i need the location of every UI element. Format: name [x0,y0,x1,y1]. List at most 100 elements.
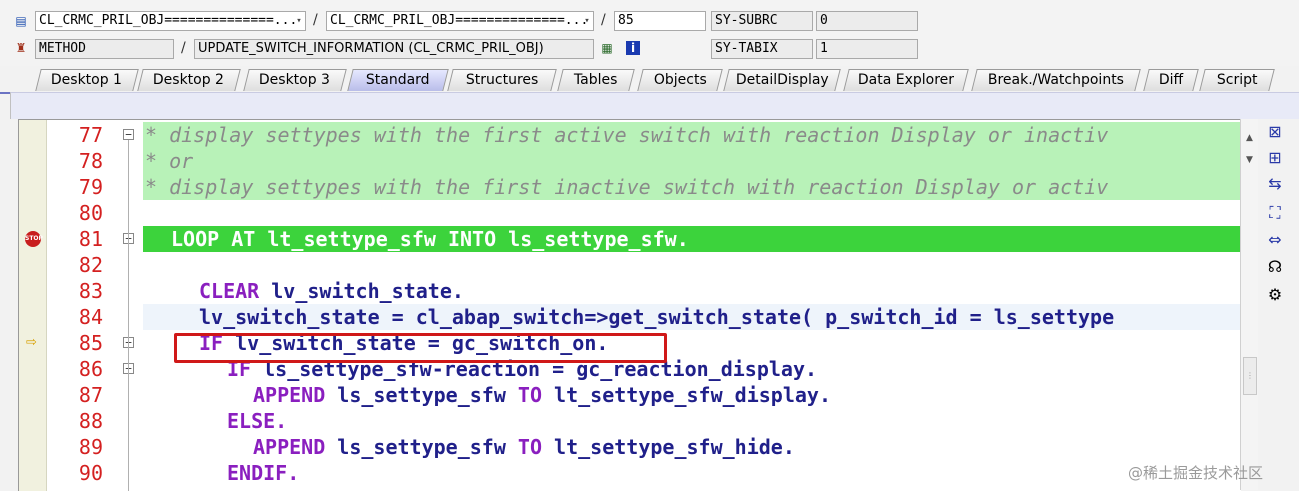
keyword: CLEAR [199,279,260,303]
code-line-breakpoint: STOP 81 − LOOP AT lt_settype_sfw INTO ls… [19,226,1241,252]
scroll-thumb[interactable]: ⋮ [1243,357,1257,395]
tab-label: Break./Watchpoints [987,72,1124,88]
tab-label: Script [1216,72,1258,88]
code-line: 89 APPEND ls_settype_sfw TO lt_settype_s… [19,434,1241,460]
code-line: 84 lv_switch_state = cl_abap_switch=>get… [19,304,1241,330]
program-field[interactable]: CL_CRMC_PRIL_OBJ==============... ▾ [35,11,306,31]
event-type-field[interactable]: METHOD [35,39,174,59]
swap-tool-icon[interactable]: ⇆ [1265,174,1285,194]
code-text: * display settypes with the first active… [145,123,1109,147]
code-text: * or [145,149,194,173]
tab-label: Desktop 3 [259,72,331,88]
comment-highlight [143,148,1241,174]
info-icon[interactable]: i [626,41,640,55]
tab-break-watchpoints[interactable]: Break./Watchpoints [971,69,1141,91]
tab-label: Diff [1158,72,1184,88]
var1-value-field[interactable]: 0 [816,11,918,31]
annotation-highlight-box [174,333,667,363]
separator: / [181,40,186,56]
code-text: APPEND ls_settype_sfw TO lt_settype_sfw_… [253,434,795,460]
tab-label: Desktop 2 [153,72,225,88]
line-number: 85 [78,331,103,355]
close-icon[interactable]: ⊠ [1265,122,1285,142]
line-number: 77 [78,123,103,147]
keyword: ENDIF. [227,461,300,485]
code-text: CLEAR lv_switch_state. [199,278,464,304]
breakpoint-stop-icon[interactable]: STOP [25,231,43,247]
resize-width-icon[interactable]: ⇔ [1265,230,1285,250]
code-rest: lt_settype_sfw_display. [542,383,831,407]
line-number: 81 [78,227,103,251]
current-line-arrow-icon: ⇨ [26,335,37,350]
method-icon: ♜ [15,41,27,55]
tab-label: Tables [574,72,618,88]
code-line: 90 ENDIF. [19,460,1241,486]
code-line: 78 * or [19,148,1241,174]
settings-icon[interactable]: ⚙ [1265,285,1285,305]
code-rest: ls_settype_sfw [325,383,518,407]
line-number: 90 [78,461,103,485]
line-number: 84 [78,305,103,329]
keyword: TO [517,435,542,459]
tab-objects[interactable]: Objects [637,69,723,91]
code-rest: ls_settype_sfw [325,435,518,459]
program-value: CL_CRMC_PRIL_OBJ==============... [39,13,298,28]
dropdown-icon[interactable]: ▾ [293,12,305,30]
tab-desktop-2[interactable]: Desktop 2 [137,69,241,91]
tab-standard[interactable]: Standard [347,69,449,91]
tab-tables[interactable]: Tables [557,69,635,91]
tab-script[interactable]: Script [1199,69,1275,91]
code-rest: lv_switch_state. [259,279,464,303]
tab-detail-display[interactable]: DetailDisplay [723,69,841,91]
watermark: @稀土掘金技术社区 [1128,464,1264,482]
code-line: 87 APPEND ls_settype_sfw TO lt_settype_s… [19,382,1241,408]
tab-structures[interactable]: Structures [447,69,557,91]
var2-name-field[interactable]: SY-TABIX [711,39,813,59]
dropdown-icon[interactable]: ▾ [581,12,593,30]
event-field[interactable]: UPDATE_SWITCH_INFORMATION (CL_CRMC_PRIL_… [194,39,594,59]
editor-side-toolbar: ⊠ ⊞ ⇆ ⛶ ⇔ ☊ ⚙ [1258,119,1299,490]
tab-label: Standard [366,72,430,88]
scroll-down-icon[interactable]: ▼ [1241,153,1258,167]
fold-toggle-icon[interactable]: − [123,129,134,140]
line-number: 86 [78,357,103,381]
tab-diff[interactable]: Diff [1143,69,1199,91]
tab-desktop-1[interactable]: Desktop 1 [35,69,139,91]
tab-label: Data Explorer [857,72,954,88]
editor-vertical-scrollbar[interactable]: ▲ ▼ ⋮ [1240,119,1258,490]
display-source-icon[interactable]: ▦ [600,41,614,55]
line-number: 89 [78,435,103,459]
line-number: 80 [78,201,103,225]
code-rest: lt_settype_sfw_hide. [542,435,795,459]
line-number: 87 [78,383,103,407]
var2-value-field[interactable]: 1 [816,39,918,59]
toolbar-band [10,92,1299,119]
line-number: 78 [78,149,103,173]
source-code-editor[interactable]: 77 − * display settypes with the first a… [18,119,1241,491]
line-number: 83 [78,279,103,303]
code-line: 79 * display settypes with the first ina… [19,174,1241,200]
maximize-icon[interactable]: ⛶ [1265,203,1285,223]
tab-desktop-3[interactable]: Desktop 3 [243,69,347,91]
tab-label: DetailDisplay [735,72,829,88]
code-line: 80 [19,200,1241,226]
tab-label: Objects [653,72,707,88]
new-tool-icon[interactable]: ⊞ [1265,148,1285,168]
keyword: APPEND [253,383,326,407]
services-icon[interactable]: ☊ [1265,257,1285,277]
separator: / [313,12,318,28]
program-icon: ▤ [15,14,27,28]
line-number-field[interactable]: 85 [614,11,706,31]
tab-data-explorer[interactable]: Data Explorer [843,69,969,91]
tab-label: Structures [465,72,539,88]
include-field[interactable]: CL_CRMC_PRIL_OBJ==============... ▾ [326,11,594,31]
code-text: APPEND ls_settype_sfw TO lt_settype_sfw_… [253,382,831,408]
var1-name-field[interactable]: SY-SUBRC [711,11,813,31]
code-text: ELSE. [227,408,287,434]
scroll-up-icon[interactable]: ▲ [1241,131,1258,145]
debugger-header: ▤ CL_CRMC_PRIL_OBJ==============... ▾ / C… [0,0,1299,66]
code-line: 77 − * display settypes with the first a… [19,122,1241,148]
code-text: lv_switch_state = cl_abap_switch=>get_sw… [199,305,1115,329]
line-number: 79 [78,175,103,199]
keyword: TO [517,383,542,407]
